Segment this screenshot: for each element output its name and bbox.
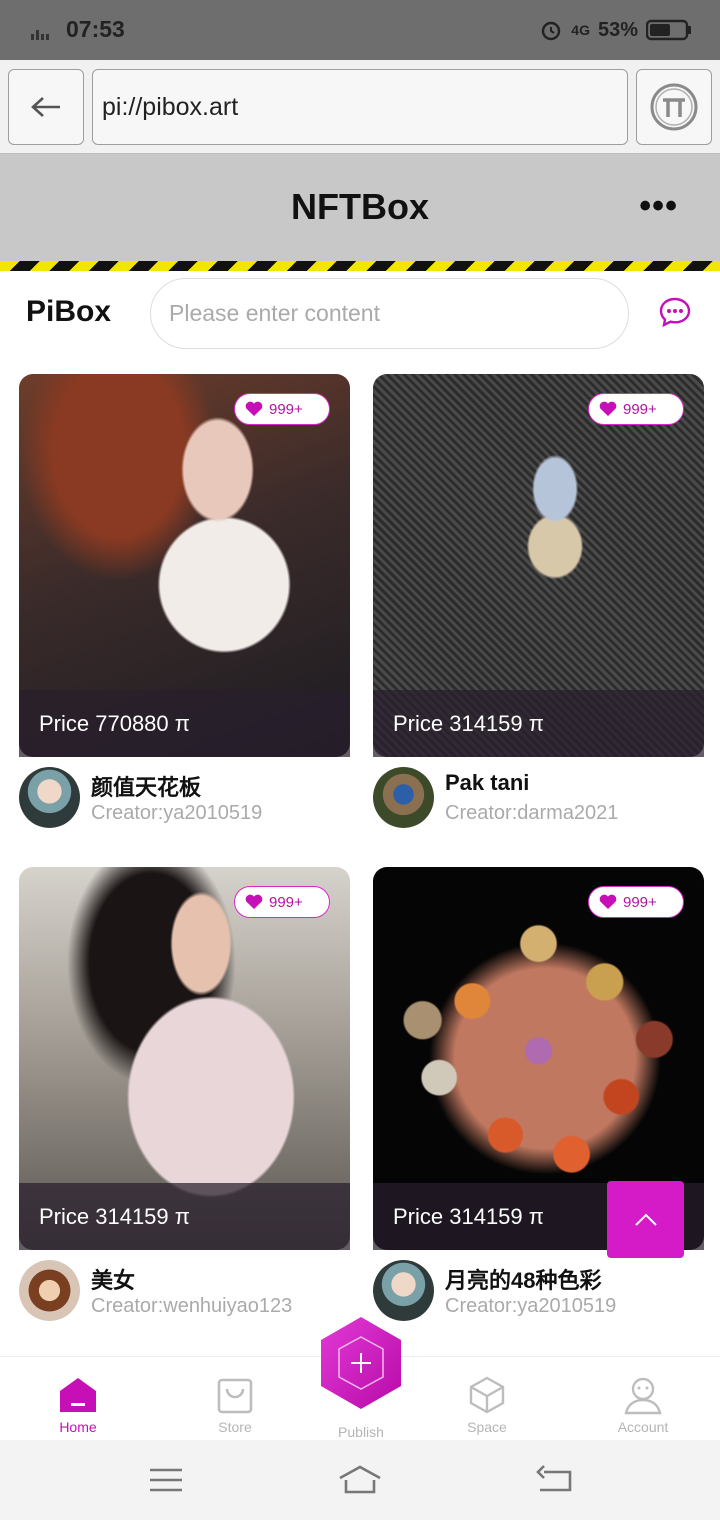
creator-label: Creator:wenhuiyao123 (91, 1295, 293, 1317)
nft-title: Pak tani (445, 770, 530, 795)
avatar[interactable] (373, 767, 434, 828)
price-label: Price 770880 π (19, 690, 350, 757)
search-input[interactable]: Please enter content (150, 278, 629, 349)
status-bar: 07:53 4G 53% (0, 0, 720, 60)
like-badge[interactable]: 999+ (588, 393, 684, 425)
cube-icon (469, 1376, 505, 1414)
pi-button[interactable] (636, 69, 712, 145)
like-badge[interactable]: 999+ (588, 886, 684, 918)
brand-logo: PiBox (26, 295, 112, 328)
tab-label: Space (467, 1419, 507, 1435)
nft-title: 月亮的48种色彩 (445, 1268, 602, 1293)
like-count: 999+ (269, 400, 303, 418)
like-badge[interactable]: 999+ (234, 886, 330, 918)
publish-button[interactable] (317, 1315, 405, 1411)
heart-icon (599, 894, 617, 909)
menu-icon[interactable] (146, 1462, 186, 1498)
tab-home[interactable]: Home (28, 1375, 128, 1435)
battery-icon (646, 19, 691, 41)
battery-percent: 53% (597, 18, 638, 41)
system-nav-bar (0, 1440, 720, 1520)
clock: 07:53 (66, 16, 125, 42)
user-icon (624, 1377, 662, 1415)
back-button[interactable] (8, 69, 84, 145)
alarm-icon (542, 21, 561, 41)
home-nav-icon[interactable] (336, 1462, 384, 1498)
avatar[interactable] (373, 1260, 434, 1321)
chevron-up-icon (634, 1213, 657, 1226)
heart-icon (245, 401, 263, 416)
heart-icon (599, 401, 617, 416)
price-label: Price 314159 π (19, 1183, 350, 1250)
arrow-left-icon (31, 97, 60, 117)
status-right: 4G 53% (539, 16, 692, 44)
creator-label: Creator:ya2010519 (445, 1295, 617, 1317)
heart-icon (245, 894, 263, 909)
pi-logo-icon (650, 83, 698, 131)
bag-icon (217, 1378, 253, 1414)
tab-publish-label[interactable]: Publish (311, 1424, 411, 1440)
chat-icon[interactable] (658, 296, 692, 328)
like-count: 999+ (269, 893, 303, 911)
url-field[interactable]: pi://pibox.art (92, 69, 628, 145)
like-count: 999+ (623, 400, 657, 418)
nft-title: 美女 (91, 1268, 136, 1293)
price-label: Price 314159 π (373, 690, 704, 757)
creator-label: Creator:darma2021 (445, 802, 619, 824)
browser-toolbar: pi://pibox.art (0, 60, 720, 154)
tab-label: Account (617, 1419, 669, 1435)
signal-icon (31, 30, 49, 40)
page-title: NFTBox (291, 186, 429, 227)
home-icon (60, 1378, 96, 1412)
tab-label: Home (59, 1419, 97, 1435)
nft-title: 颜值天花板 (91, 775, 202, 800)
network-label: 4G (571, 22, 590, 38)
tab-account[interactable]: Account (593, 1375, 693, 1435)
avatar[interactable] (19, 1260, 80, 1321)
tab-store[interactable]: Store (185, 1375, 285, 1435)
creator-label: Creator:ya2010519 (91, 802, 263, 824)
tab-space[interactable]: Space (437, 1375, 537, 1435)
hazard-stripe (0, 261, 720, 271)
back-nav-icon[interactable] (534, 1462, 574, 1498)
like-count: 999+ (623, 893, 657, 911)
like-badge[interactable]: 999+ (234, 393, 330, 425)
scroll-top-button[interactable] (607, 1181, 684, 1258)
more-menu-button[interactable]: ••• (639, 189, 678, 223)
avatar[interactable] (19, 767, 80, 828)
tab-label: Store (218, 1419, 252, 1435)
app-header: NFTBox ••• (0, 154, 720, 261)
